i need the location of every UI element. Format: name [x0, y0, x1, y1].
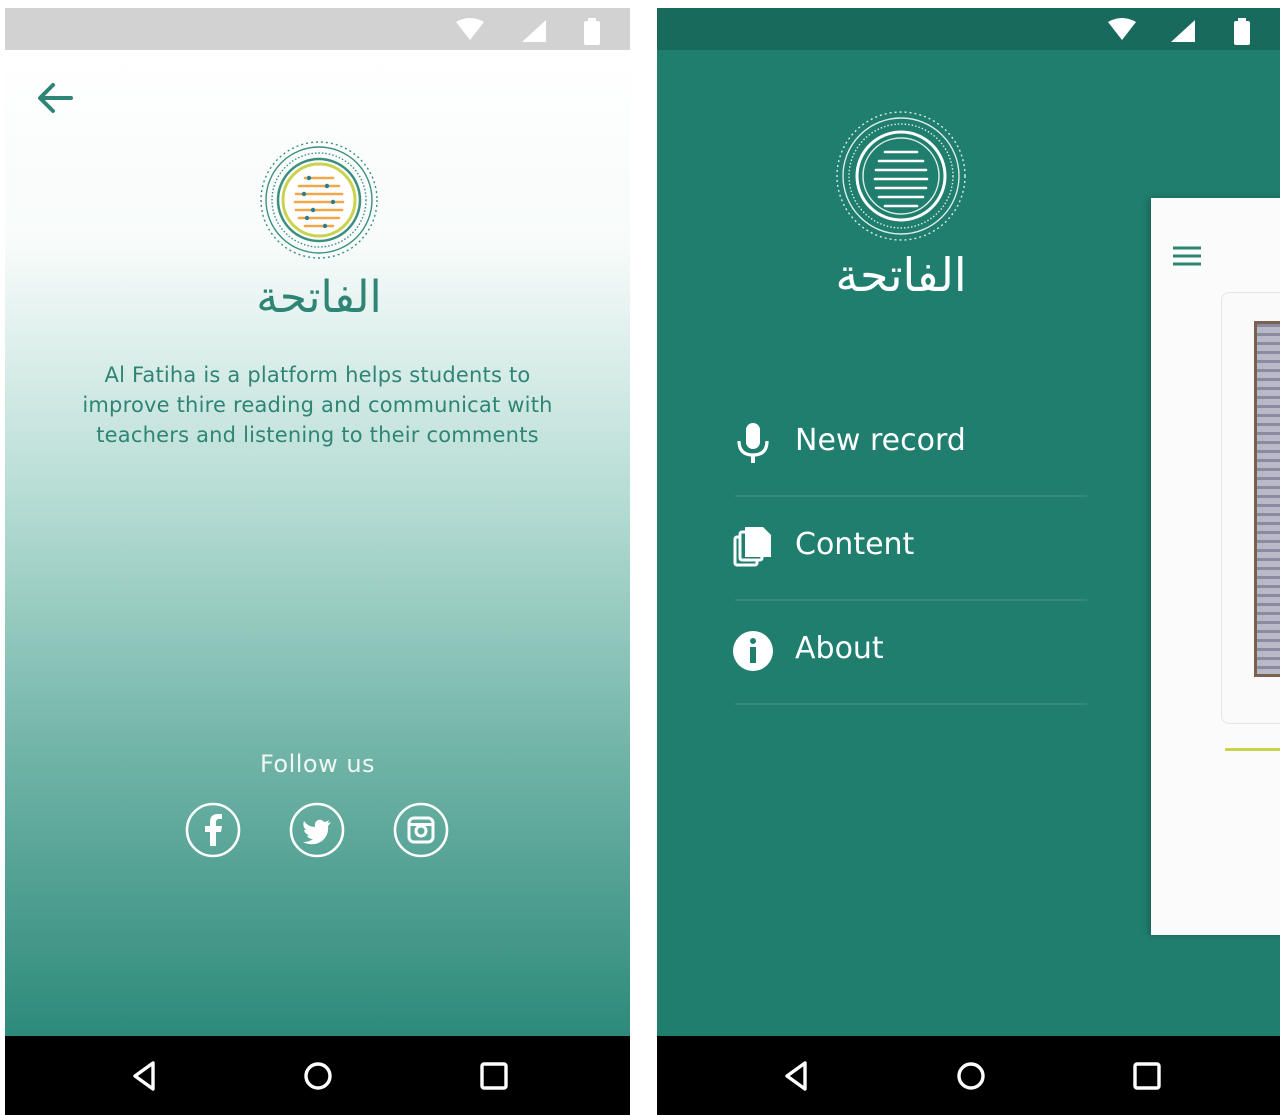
status-bar	[657, 8, 1280, 50]
content-card[interactable]	[1221, 292, 1280, 724]
app-logo-arabic-title: الفاتحة	[835, 248, 967, 302]
wifi-icon	[1108, 18, 1136, 40]
menu-item-label: Content	[795, 527, 915, 562]
copy-icon	[733, 527, 771, 567]
nav-home-icon[interactable]	[953, 1058, 989, 1094]
menu-drawer-screen: الفاتحة New record Content About	[657, 8, 1280, 1115]
wifi-icon	[456, 18, 484, 40]
menu-item-label: About	[795, 631, 884, 666]
twitter-icon[interactable]	[289, 802, 345, 858]
nav-home-icon[interactable]	[300, 1058, 336, 1094]
menu-item-label: New record	[795, 423, 966, 458]
fatiha-logo-emblem	[260, 141, 378, 259]
menu-item-new-record[interactable]: New record	[727, 393, 1087, 497]
status-bar	[5, 8, 630, 50]
description-line: improve thire reading and communicat wit…	[82, 393, 553, 417]
progress-underline	[1225, 748, 1280, 751]
about-screen: الفاتحة Al Fatiha is a platform helps st…	[5, 8, 630, 1115]
facebook-icon[interactable]	[185, 802, 241, 858]
nav-back-icon[interactable]	[779, 1058, 815, 1094]
app-logo-arabic-title: الفاتحة	[256, 272, 382, 323]
back-arrow-icon[interactable]	[35, 78, 75, 118]
menu-item-content[interactable]: Content	[727, 497, 1087, 601]
hamburger-menu-icon[interactable]	[1171, 244, 1203, 270]
main-content-behind-drawer	[1151, 198, 1280, 935]
fatiha-logo-emblem	[836, 111, 966, 241]
nav-back-icon[interactable]	[127, 1058, 163, 1094]
menu-divider	[735, 703, 1087, 705]
nav-recents-icon[interactable]	[476, 1058, 512, 1094]
signal-icon	[1171, 20, 1195, 42]
description-line: teachers and listening to their comments	[96, 423, 539, 447]
description-line: Al Fatiha is a platform helps students t…	[104, 363, 531, 387]
app-description: Al Fatiha is a platform helps students t…	[45, 360, 590, 450]
follow-us-label: Follow us	[259, 750, 376, 778]
menu-item-about[interactable]: About	[727, 601, 1087, 705]
signal-icon	[522, 20, 546, 42]
battery-icon	[1234, 18, 1250, 45]
microphone-icon	[737, 423, 769, 463]
system-navigation-bar	[657, 1036, 1280, 1115]
system-navigation-bar	[5, 1036, 630, 1115]
quran-page-thumbnail	[1254, 321, 1280, 677]
instagram-icon[interactable]	[393, 802, 449, 858]
battery-icon	[584, 18, 600, 45]
info-icon	[733, 631, 773, 671]
about-content: الفاتحة Al Fatiha is a platform helps st…	[5, 50, 630, 1036]
nav-recents-icon[interactable]	[1129, 1058, 1165, 1094]
